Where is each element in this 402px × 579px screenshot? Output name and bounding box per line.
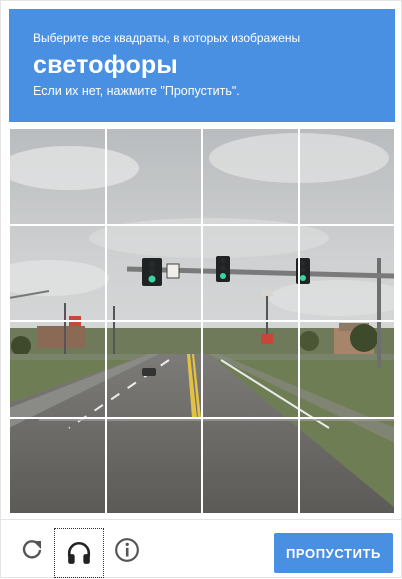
grid-tile[interactable] <box>298 321 395 418</box>
grid-tile[interactable] <box>298 417 395 514</box>
info-button[interactable] <box>112 534 142 566</box>
grid-tile[interactable] <box>202 128 299 225</box>
grid-tile[interactable] <box>202 224 299 321</box>
audio-challenge-button[interactable] <box>54 528 104 578</box>
image-grid <box>9 128 395 514</box>
tile-grid <box>9 128 395 514</box>
grid-tile[interactable] <box>9 417 106 514</box>
headphones-icon <box>67 541 91 564</box>
grid-tile[interactable] <box>9 128 106 225</box>
grid-tile[interactable] <box>202 321 299 418</box>
captcha-footer: ПРОПУСТИТЬ <box>1 519 402 579</box>
grid-tile[interactable] <box>105 224 202 321</box>
challenge-header: Выберите все квадраты, в которых изображ… <box>9 9 395 122</box>
info-icon <box>115 538 139 562</box>
grid-tile[interactable] <box>9 321 106 418</box>
grid-tile[interactable] <box>298 128 395 225</box>
grid-tile[interactable] <box>202 417 299 514</box>
skip-button[interactable]: ПРОПУСТИТЬ <box>274 533 393 573</box>
reload-icon <box>22 540 42 559</box>
skip-hint-text: Если их нет, нажмите "Пропустить". <box>33 84 240 98</box>
grid-tile[interactable] <box>105 417 202 514</box>
reload-button[interactable] <box>17 534 47 566</box>
grid-tile[interactable] <box>105 321 202 418</box>
grid-tile[interactable] <box>298 224 395 321</box>
grid-tile[interactable] <box>9 224 106 321</box>
target-object-label: светофоры <box>33 51 178 79</box>
grid-tile[interactable] <box>105 128 202 225</box>
instruction-text: Выберите все квадраты, в которых изображ… <box>33 31 301 45</box>
captcha-frame: Выберите все квадраты, в которых изображ… <box>0 0 402 578</box>
